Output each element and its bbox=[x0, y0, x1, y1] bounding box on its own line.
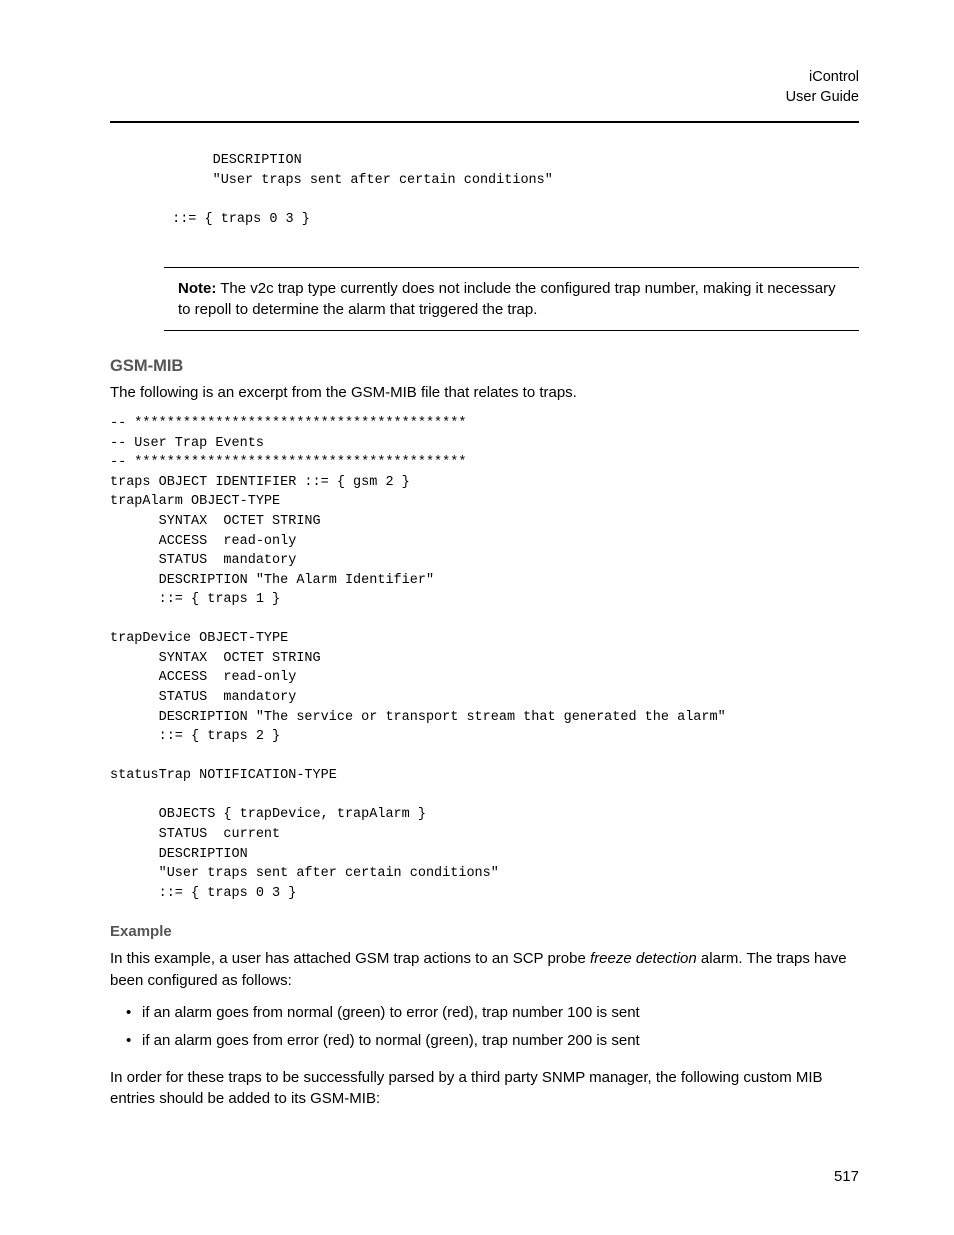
note-text: The v2c trap type currently does not inc… bbox=[178, 280, 836, 318]
header-divider bbox=[110, 121, 859, 123]
example-intro: In this example, a user has attached GSM… bbox=[110, 948, 859, 992]
page-number: 517 bbox=[834, 1168, 859, 1185]
note-label: Note: bbox=[178, 280, 216, 297]
example-heading: Example bbox=[110, 923, 859, 940]
example-outro: In order for these traps to be successfu… bbox=[110, 1067, 859, 1111]
section-heading-gsm-mib: GSM-MIB bbox=[110, 357, 859, 376]
example-intro-italic: freeze detection bbox=[590, 950, 697, 967]
page-header: iControl User Guide bbox=[110, 68, 859, 107]
code-block-description-traps: DESCRIPTION "User traps sent after certa… bbox=[164, 151, 859, 229]
code-block-gsm-mib: -- *************************************… bbox=[110, 414, 859, 903]
note-box: Note: The v2c trap type currently does n… bbox=[164, 267, 859, 331]
header-subtitle: User Guide bbox=[110, 88, 859, 108]
gsm-mib-intro: The following is an excerpt from the GSM… bbox=[110, 382, 859, 404]
list-item: if an alarm goes from error (red) to nor… bbox=[126, 1030, 859, 1053]
list-item: if an alarm goes from normal (green) to … bbox=[126, 1002, 859, 1025]
example-bullet-list: if an alarm goes from normal (green) to … bbox=[126, 1002, 859, 1053]
header-product: iControl bbox=[110, 68, 859, 88]
example-intro-pre: In this example, a user has attached GSM… bbox=[110, 950, 590, 967]
